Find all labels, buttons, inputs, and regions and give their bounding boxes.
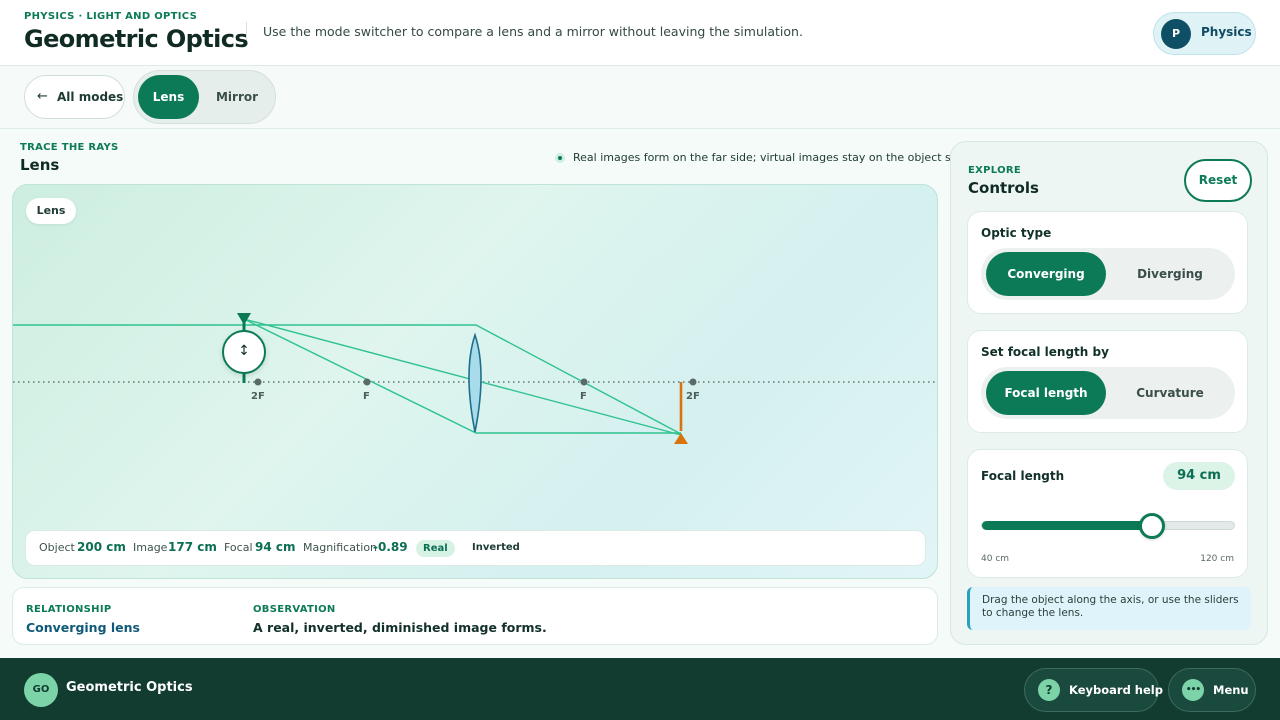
left-f-point	[363, 378, 371, 386]
diverging-option[interactable]: Diverging	[1109, 252, 1231, 296]
mode-switcher: Lens Mirror	[133, 70, 276, 124]
controls-title: Controls	[968, 179, 1039, 197]
keyboard-help-label: Keyboard help	[1069, 683, 1163, 697]
app-footer: GO Geometric Optics ? Keyboard help ••• …	[0, 658, 1280, 720]
focal-length-card: Focal length 94 cm 40 cm 120 cm	[967, 449, 1248, 578]
slider-min-label: 40 cm	[981, 554, 1010, 564]
relationship-card: RELATIONSHIP Converging lens OBSERVATION…	[12, 587, 938, 645]
subject-label: Physics	[1201, 25, 1252, 39]
object-label: Object	[39, 541, 75, 554]
slider-thumb[interactable]	[1139, 513, 1166, 539]
subject-avatar: P	[1161, 19, 1191, 49]
label-right-f: F	[580, 391, 587, 402]
reset-button[interactable]: Reset	[1184, 159, 1252, 202]
controls-eyebrow: EXPLORE	[968, 165, 1022, 176]
magnification-value: -0.89	[373, 540, 408, 554]
image-arrow-head	[674, 433, 688, 444]
image-value: 177 cm	[168, 540, 217, 554]
focal-mode-label: Set focal length by	[981, 345, 1109, 359]
focal-length-value: 94 cm	[1163, 462, 1235, 490]
mode-bar: ← All modes Lens Mirror	[0, 66, 1280, 129]
optic-type-label: Optic type	[981, 226, 1052, 240]
observation-value: A real, inverted, diminished image forms…	[253, 620, 547, 635]
footer-title: Geometric Optics	[66, 680, 193, 695]
ray-parallel	[13, 324, 682, 435]
all-modes-label: All modes	[57, 90, 124, 104]
help-tip: Drag the object along the axis, or use t…	[967, 587, 1251, 630]
all-modes-button[interactable]: ← All modes	[24, 75, 125, 119]
focal-label: Focal	[224, 541, 253, 554]
app-logo: GO	[24, 673, 58, 707]
converging-option[interactable]: Converging	[986, 252, 1106, 296]
mode-lens-button[interactable]: Lens	[138, 75, 199, 119]
header-eyebrow: PHYSICS · LIGHT AND OPTICS	[24, 11, 198, 22]
mode-mirror-button[interactable]: Mirror	[206, 75, 268, 119]
curvature-option[interactable]: Curvature	[1109, 371, 1231, 415]
label-left-f: F	[363, 391, 370, 402]
subject-button[interactable]: P Physics	[1153, 12, 1256, 55]
relationship-value: Converging lens	[26, 620, 140, 635]
page-subtitle: Use the mode switcher to compare a lens …	[263, 24, 803, 39]
object-value: 200 cm	[77, 540, 126, 554]
image-label: Image	[133, 541, 168, 554]
more-dots-icon: •••	[1182, 679, 1204, 701]
focal-mode-card: Set focal length by Focal length Curvatu…	[967, 330, 1248, 433]
magnification-label: Magnification	[303, 541, 378, 554]
label-right-2f: 2F	[686, 391, 700, 402]
page-title: Geometric Optics	[24, 25, 249, 53]
label-left-2f: 2F	[251, 391, 265, 402]
right-f-point	[580, 378, 588, 386]
ray-diagram	[13, 313, 937, 444]
menu-label: Menu	[1213, 683, 1249, 697]
question-icon: ?	[1038, 679, 1060, 701]
optic-type-card: Optic type Converging Diverging	[967, 211, 1248, 314]
lens-shape[interactable]	[468, 332, 482, 433]
slider-fill	[982, 521, 1153, 530]
optic-type-switch: Converging Diverging	[981, 248, 1235, 300]
right-2f-point	[689, 378, 697, 386]
canvas-mode-chip: Lens	[26, 198, 76, 224]
hint-dot-icon	[555, 153, 565, 163]
object-arrow-head	[237, 313, 251, 325]
sim-title: Lens	[20, 156, 60, 174]
image-type-badge: Real	[416, 540, 455, 557]
header-divider	[246, 22, 247, 40]
slider-max-label: 120 cm	[1200, 554, 1234, 564]
focal-mode-switch: Focal length Curvature	[981, 367, 1235, 419]
relationship-label: RELATIONSHIP	[26, 604, 112, 615]
arrow-left-icon: ←	[37, 89, 48, 104]
observation-label: OBSERVATION	[253, 604, 336, 615]
ray-center	[243, 318, 682, 436]
left-2f-point	[254, 378, 262, 386]
sim-hint-text: Real images form on the far side; virtua…	[573, 151, 972, 164]
object-drag-handle[interactable]: ↕	[222, 330, 266, 374]
controls-panel: EXPLORE Controls Reset Optic type Conver…	[950, 141, 1268, 645]
focal-length-label: Focal length	[981, 469, 1065, 483]
app-header: PHYSICS · LIGHT AND OPTICS Geometric Opt…	[0, 0, 1280, 66]
focal-value: 94 cm	[255, 540, 296, 554]
sim-eyebrow: TRACE THE RAYS	[20, 142, 119, 153]
image-orientation-badge: Inverted	[472, 542, 520, 553]
menu-button[interactable]: ••• Menu	[1168, 668, 1256, 712]
measurement-readout: Object 200 cm Image 177 cm Focal 94 cm M…	[25, 530, 926, 566]
ray-canvas[interactable]: Lens ↕ 2F F F 2F Object 200 cm Image 177…	[12, 184, 938, 579]
focal-length-option[interactable]: Focal length	[986, 371, 1106, 415]
keyboard-help-button[interactable]: ? Keyboard help	[1024, 668, 1163, 712]
focal-length-slider[interactable]	[981, 513, 1235, 539]
